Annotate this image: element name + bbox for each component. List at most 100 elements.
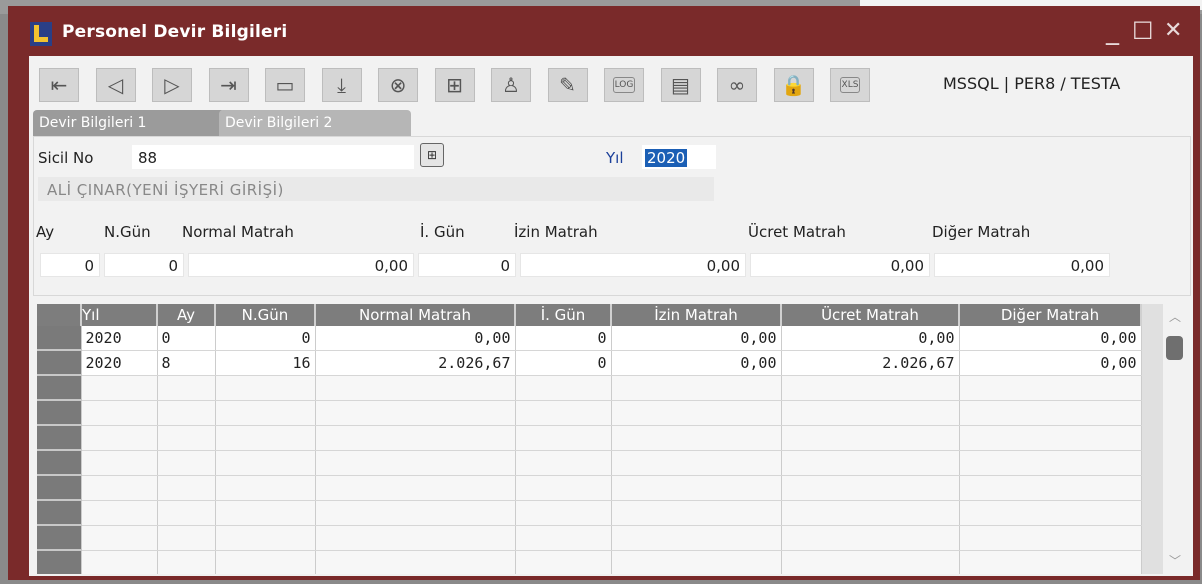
table-cell[interactable] bbox=[315, 500, 516, 526]
table-cell[interactable] bbox=[611, 500, 782, 526]
table-cell[interactable] bbox=[959, 525, 1142, 551]
maximize-button[interactable]: ☐ bbox=[1132, 16, 1154, 46]
yil-input[interactable]: 2020 bbox=[642, 145, 716, 169]
table-cell[interactable] bbox=[611, 475, 782, 501]
table-row[interactable]: 2020 8 16 2.026,67 0 0,00 2.026,67 0,00 bbox=[37, 350, 1142, 376]
tab-devir-bilgileri-1[interactable]: Devir Bilgileri 1 bbox=[33, 110, 225, 136]
delete-button[interactable]: ⊗ bbox=[378, 68, 418, 102]
table-cell[interactable] bbox=[81, 425, 158, 451]
table-cell[interactable] bbox=[515, 550, 612, 574]
row-indicator[interactable] bbox=[37, 525, 82, 551]
row-indicator[interactable] bbox=[37, 350, 82, 376]
table-cell[interactable] bbox=[315, 375, 516, 401]
tab-devir-bilgileri-2[interactable]: Devir Bilgileri 2 bbox=[219, 110, 411, 136]
column-header[interactable]: Diğer Matrah bbox=[959, 304, 1142, 326]
table-cell[interactable] bbox=[315, 450, 516, 476]
column-header[interactable]: Yıl bbox=[81, 304, 158, 326]
table-cell[interactable] bbox=[81, 450, 158, 476]
ay-input[interactable]: 0 bbox=[40, 253, 100, 277]
table-cell[interactable]: 2.026,67 bbox=[781, 350, 960, 376]
column-header[interactable]: Ay bbox=[157, 304, 216, 326]
table-cell[interactable]: 0 bbox=[515, 350, 612, 376]
table-row[interactable]: 2020 0 0 0,00 0 0,00 0,00 0,00 bbox=[37, 326, 1142, 351]
table-cell[interactable]: 2020 bbox=[81, 326, 158, 351]
ucret-matrah-input[interactable]: 0,00 bbox=[750, 253, 930, 277]
first-record-button[interactable]: ⇤ bbox=[39, 68, 79, 102]
next-record-button[interactable]: ▷ bbox=[152, 68, 192, 102]
row-indicator[interactable] bbox=[37, 550, 82, 574]
minimize-button[interactable]: _ bbox=[1106, 16, 1119, 46]
table-cell[interactable] bbox=[515, 425, 612, 451]
table-cell[interactable] bbox=[781, 425, 960, 451]
table-cell[interactable] bbox=[215, 475, 316, 501]
table-cell[interactable] bbox=[781, 375, 960, 401]
table-cell[interactable] bbox=[781, 400, 960, 426]
table-cell[interactable] bbox=[157, 400, 216, 426]
table-cell[interactable] bbox=[315, 525, 516, 551]
table-cell[interactable]: 0,00 bbox=[611, 326, 782, 351]
table-cell[interactable] bbox=[81, 375, 158, 401]
table-cell[interactable] bbox=[157, 500, 216, 526]
table-cell[interactable] bbox=[515, 500, 612, 526]
table-cell[interactable] bbox=[515, 450, 612, 476]
close-button[interactable]: ✕ bbox=[1164, 16, 1182, 46]
scroll-down-icon[interactable]: ﹀ bbox=[1169, 552, 1181, 569]
table-cell[interactable]: 2020 bbox=[81, 350, 158, 376]
table-cell[interactable] bbox=[781, 550, 960, 574]
row-indicator[interactable] bbox=[37, 425, 82, 451]
table-cell[interactable]: 0,00 bbox=[959, 350, 1142, 376]
table-cell[interactable] bbox=[611, 450, 782, 476]
edit-pencil-button[interactable]: ✎ bbox=[547, 68, 588, 102]
table-cell[interactable] bbox=[315, 550, 516, 574]
table-cell[interactable] bbox=[215, 375, 316, 401]
table-cell[interactable] bbox=[959, 375, 1142, 401]
column-header[interactable]: Ücret Matrah bbox=[781, 304, 960, 326]
column-header[interactable]: İzin Matrah bbox=[611, 304, 782, 326]
column-header[interactable]: İ. Gün bbox=[515, 304, 612, 326]
table-cell[interactable] bbox=[315, 400, 516, 426]
table-cell[interactable] bbox=[781, 500, 960, 526]
empty-row[interactable] bbox=[37, 550, 1142, 574]
table-cell[interactable] bbox=[215, 450, 316, 476]
table-cell[interactable]: 0,00 bbox=[959, 326, 1142, 351]
table-cell[interactable] bbox=[215, 550, 316, 574]
row-indicator[interactable] bbox=[37, 500, 82, 526]
empty-row[interactable] bbox=[37, 375, 1142, 401]
user-button[interactable]: ♙ bbox=[491, 68, 531, 102]
table-cell[interactable] bbox=[81, 500, 158, 526]
empty-row[interactable] bbox=[37, 450, 1142, 476]
table-cell[interactable] bbox=[215, 425, 316, 451]
previous-record-button[interactable]: ◁ bbox=[95, 68, 136, 102]
column-header[interactable]: Normal Matrah bbox=[315, 304, 516, 326]
sicil-no-input[interactable]: 88 bbox=[132, 145, 414, 169]
table-cell[interactable]: 0 bbox=[157, 326, 216, 351]
table-cell[interactable]: 0,00 bbox=[781, 326, 960, 351]
new-record-button[interactable]: ▭ bbox=[265, 68, 305, 102]
table-cell[interactable] bbox=[515, 525, 612, 551]
table-cell[interactable] bbox=[315, 425, 516, 451]
normal-matrah-input[interactable]: 0,00 bbox=[188, 253, 414, 277]
table-cell[interactable] bbox=[959, 400, 1142, 426]
ngun-input[interactable]: 0 bbox=[104, 253, 184, 277]
table-cell[interactable] bbox=[515, 375, 612, 401]
title-bar[interactable]: Personel Devir Bilgileri _ ☐ ✕ bbox=[8, 6, 1200, 54]
row-indicator[interactable] bbox=[37, 326, 82, 351]
table-cell[interactable]: 2.026,67 bbox=[315, 350, 516, 376]
table-cell[interactable] bbox=[157, 550, 216, 574]
table-cell[interactable] bbox=[611, 550, 782, 574]
last-record-button[interactable]: ⇥ bbox=[208, 68, 249, 102]
document-button[interactable]: ▤ bbox=[660, 68, 701, 102]
table-cell[interactable] bbox=[959, 425, 1142, 451]
table-cell[interactable] bbox=[515, 475, 612, 501]
row-indicator[interactable] bbox=[37, 450, 82, 476]
table-cell[interactable] bbox=[515, 400, 612, 426]
empty-row[interactable] bbox=[37, 400, 1142, 426]
table-cell[interactable] bbox=[611, 400, 782, 426]
table-cell[interactable] bbox=[611, 375, 782, 401]
empty-row[interactable] bbox=[37, 500, 1142, 526]
table-cell[interactable] bbox=[781, 525, 960, 551]
table-cell[interactable] bbox=[157, 475, 216, 501]
lock-button[interactable]: 🔒 bbox=[773, 68, 814, 102]
log-button[interactable]: LOG bbox=[604, 68, 644, 102]
empty-row[interactable] bbox=[37, 475, 1142, 501]
